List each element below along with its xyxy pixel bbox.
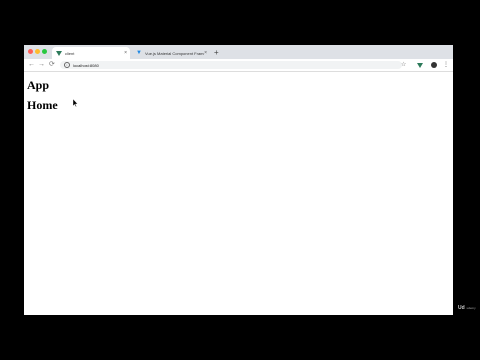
tab-title: client [65, 50, 75, 56]
tab-strip: client × ▼ Vue.js Material Component Fra… [24, 45, 453, 59]
page-viewport: App Home [24, 72, 453, 315]
account-icon[interactable] [431, 62, 437, 68]
address-bar[interactable]: i localhost:8080 [60, 61, 402, 69]
watermark: Ud udemy [458, 305, 476, 311]
forward-icon[interactable]: → [38, 60, 45, 70]
home-heading: Home [27, 98, 58, 112]
tab-title: Vue.js Material Component Framework [144, 50, 204, 56]
browser-window: client × ▼ Vue.js Material Component Fra… [24, 45, 453, 315]
url-text[interactable]: localhost:8080 [73, 63, 99, 68]
tab-client[interactable]: client × [52, 47, 130, 59]
reload-icon[interactable]: ⟳ [49, 60, 55, 70]
browser-menu-icon[interactable]: ⋮ [443, 60, 449, 70]
bookmark-star-icon[interactable]: ☆ [401, 60, 406, 70]
app-heading: App [27, 78, 50, 92]
minimize-window-button[interactable] [35, 49, 40, 54]
tab-close-icon[interactable]: × [204, 50, 207, 56]
new-tab-button[interactable]: + [214, 47, 219, 59]
back-icon[interactable]: ← [28, 60, 35, 70]
tab-vuetify[interactable]: ▼ Vue.js Material Component Framework × [132, 47, 210, 59]
vuetify-favicon-icon: ▼ [136, 50, 142, 56]
vue-favicon-icon [56, 50, 62, 56]
info-icon[interactable]: i [64, 62, 70, 68]
mouse-cursor-icon [73, 99, 78, 107]
close-window-button[interactable] [28, 49, 33, 54]
browser-toolbar: ← → ⟳ i localhost:8080 ☆ ⋮ [24, 59, 453, 72]
vue-devtools-icon[interactable] [417, 63, 423, 68]
watermark-text: udemy [466, 306, 476, 310]
watermark-logo: Ud [458, 305, 465, 311]
maximize-window-button[interactable] [42, 49, 47, 54]
tab-close-icon[interactable]: × [124, 50, 127, 56]
